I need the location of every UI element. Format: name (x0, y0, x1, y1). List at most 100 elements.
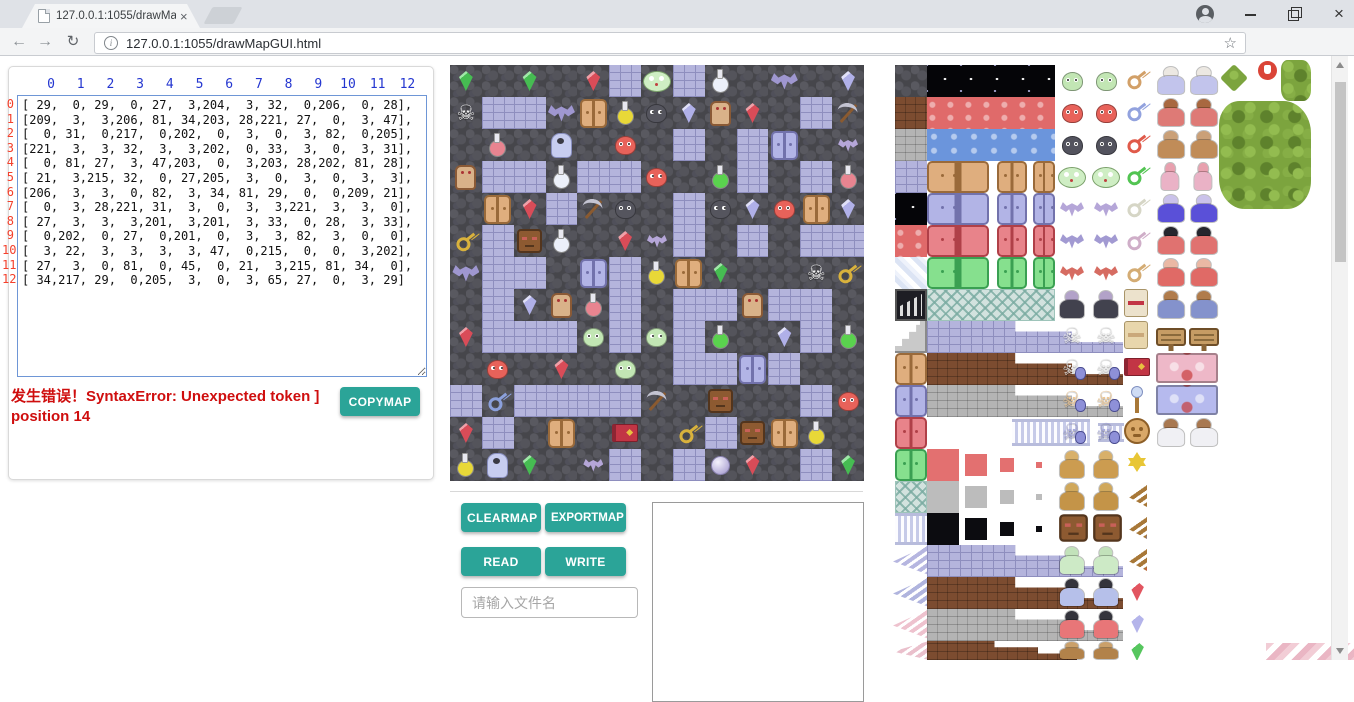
map-tile-wall[interactable] (514, 257, 546, 289)
ts-key[interactable] (1122, 258, 1152, 286)
map-tile-green-potion[interactable] (705, 161, 737, 193)
map-tile-wall[interactable] (546, 385, 578, 417)
ts-lat[interactable] (927, 289, 1055, 321)
map-tile-red-slime[interactable] (641, 161, 673, 193)
ts-key[interactable] (1124, 66, 1150, 92)
map-tile-wall[interactable] (832, 225, 864, 257)
new-tab-button[interactable] (203, 7, 242, 24)
map-tile-wall[interactable] (609, 161, 641, 193)
ts-skelS[interactable]: ☠ (1058, 385, 1086, 415)
map-tile-pickaxe[interactable] (577, 193, 609, 225)
map-tile-red-slime[interactable] (482, 353, 514, 385)
ts-doorG[interactable] (927, 257, 989, 289)
ts-wing[interactable] (893, 641, 929, 660)
map-tile-red-gem[interactable] (737, 97, 769, 129)
map-tile-red-slime[interactable] (832, 385, 864, 417)
map-tile-wall[interactable] (800, 449, 832, 481)
ts-gem[interactable] (1126, 578, 1148, 604)
ts-wingIU[interactable] (1124, 545, 1150, 573)
map-tile-wall[interactable] (800, 289, 832, 321)
map-tile-blue-door[interactable] (737, 353, 769, 385)
ts-skelS[interactable]: ☠ (1092, 385, 1120, 415)
map-tile-wall[interactable] (609, 257, 641, 289)
ts-fig[interactable] (1189, 289, 1219, 319)
map-tile-blue-gem[interactable] (832, 65, 864, 97)
ts-doorO[interactable] (895, 353, 927, 385)
ts-tree[interactable] (1281, 60, 1311, 101)
back-icon[interactable]: ← (8, 31, 30, 53)
read-button[interactable]: READ (461, 547, 541, 576)
map-tile-floor[interactable] (514, 417, 546, 449)
map-tile-wall[interactable] (768, 289, 800, 321)
map-tile-blue-gem[interactable] (673, 97, 705, 129)
map-tile-ghost[interactable] (546, 129, 578, 161)
map-tile-golem[interactable] (450, 161, 482, 193)
ts-skelS[interactable]: ☠ (1092, 353, 1120, 383)
ts-doorG[interactable] (997, 257, 1027, 289)
map-tile-floor[interactable] (673, 385, 705, 417)
map-tile-yellow-key[interactable] (673, 417, 705, 449)
map-tile-small-bat[interactable] (832, 129, 864, 161)
ts-doorB[interactable] (997, 193, 1027, 225)
map-tile-big-bat[interactable] (450, 257, 482, 289)
map-tile-blue-gem[interactable] (768, 321, 800, 353)
map-tile-floor[interactable] (482, 65, 514, 97)
ts-fig[interactable] (1156, 257, 1186, 287)
map-tile-orange-door[interactable] (577, 97, 609, 129)
ts-cob[interactable] (895, 65, 927, 97)
ts-fig[interactable] (1156, 225, 1186, 255)
map-tile-red-gem[interactable] (450, 417, 482, 449)
map-tile-wall[interactable] (609, 449, 641, 481)
map-tile-red-gem[interactable] (577, 65, 609, 97)
map-tile-floor[interactable] (450, 193, 482, 225)
map-tile-green-potion[interactable] (705, 321, 737, 353)
ts-sl[interactable] (1058, 131, 1086, 159)
ts-bat[interactable] (1058, 259, 1086, 287)
map-tile-blue-door[interactable] (577, 257, 609, 289)
restore-button[interactable] (1288, 7, 1302, 21)
map-tile-dark-slime[interactable] (641, 97, 673, 129)
map-tile-wall[interactable] (546, 321, 578, 353)
map-tile-wall[interactable] (577, 161, 609, 193)
map-tile-floor[interactable] (705, 225, 737, 257)
map-tile-magic-book[interactable] (609, 417, 641, 449)
ts-fig[interactable] (1058, 449, 1086, 479)
ts-bookT[interactable] (1124, 354, 1150, 380)
ts-doorO[interactable] (1033, 161, 1055, 193)
ts-fig[interactable] (1058, 545, 1086, 575)
map-tile-dark-slime[interactable] (609, 193, 641, 225)
minimize-button[interactable] (1244, 7, 1258, 21)
ts-doorB[interactable] (927, 193, 989, 225)
ts-lavt[interactable] (895, 161, 927, 193)
ts-lat[interactable] (895, 481, 927, 513)
ts-fig[interactable] (1160, 161, 1180, 191)
ts-fig[interactable] (1092, 609, 1120, 639)
ts-stairs[interactable] (895, 321, 927, 353)
map-tile-floor[interactable] (577, 353, 609, 385)
ts-fig[interactable] (1189, 257, 1219, 287)
map-tile-floor[interactable] (641, 449, 673, 481)
ts-fig[interactable] (1156, 193, 1186, 223)
bookmark-star-icon[interactable]: ☆ (1224, 34, 1237, 52)
ts-dirtS[interactable] (927, 641, 1077, 660)
matrix-textarea[interactable] (17, 95, 427, 377)
map-tile-wall[interactable] (737, 161, 769, 193)
ts-lava[interactable] (927, 97, 1055, 129)
map-tile-floor[interactable] (577, 225, 609, 257)
ts-doorO[interactable] (997, 161, 1027, 193)
map-tile-wall[interactable] (609, 289, 641, 321)
map-tile-floor[interactable] (768, 449, 800, 481)
ts-stone2[interactable] (895, 129, 927, 161)
map-tile-wall[interactable] (800, 321, 832, 353)
ts-medal[interactable] (1124, 418, 1150, 444)
ts-doorB[interactable] (1033, 193, 1055, 225)
map-tile-wall[interactable] (482, 257, 514, 289)
map-tile-green-gem[interactable] (450, 65, 482, 97)
map-tile-wall[interactable] (609, 65, 641, 97)
ts-sq[interactable] (927, 481, 1055, 513)
ts-sq[interactable] (927, 513, 1055, 545)
ts-doorR[interactable] (895, 417, 927, 449)
map-tile-wall[interactable] (546, 193, 578, 225)
ts-fig[interactable] (1156, 129, 1186, 159)
map-tile-floor[interactable] (514, 129, 546, 161)
